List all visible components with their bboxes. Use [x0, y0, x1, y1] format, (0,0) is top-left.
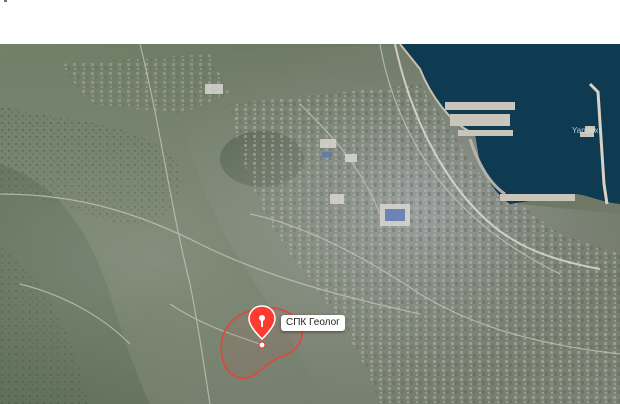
marker-label[interactable]: СПК Геолог	[281, 315, 345, 331]
satellite-map[interactable]: Yandex СПК Геолог	[0, 44, 620, 404]
location-pin-icon[interactable]	[247, 305, 277, 341]
header-mark	[4, 0, 7, 2]
provider-watermark: Yandex	[572, 126, 599, 135]
marker-point-icon	[258, 341, 266, 349]
map-imagery	[0, 44, 620, 404]
page-header-strip	[0, 0, 620, 44]
